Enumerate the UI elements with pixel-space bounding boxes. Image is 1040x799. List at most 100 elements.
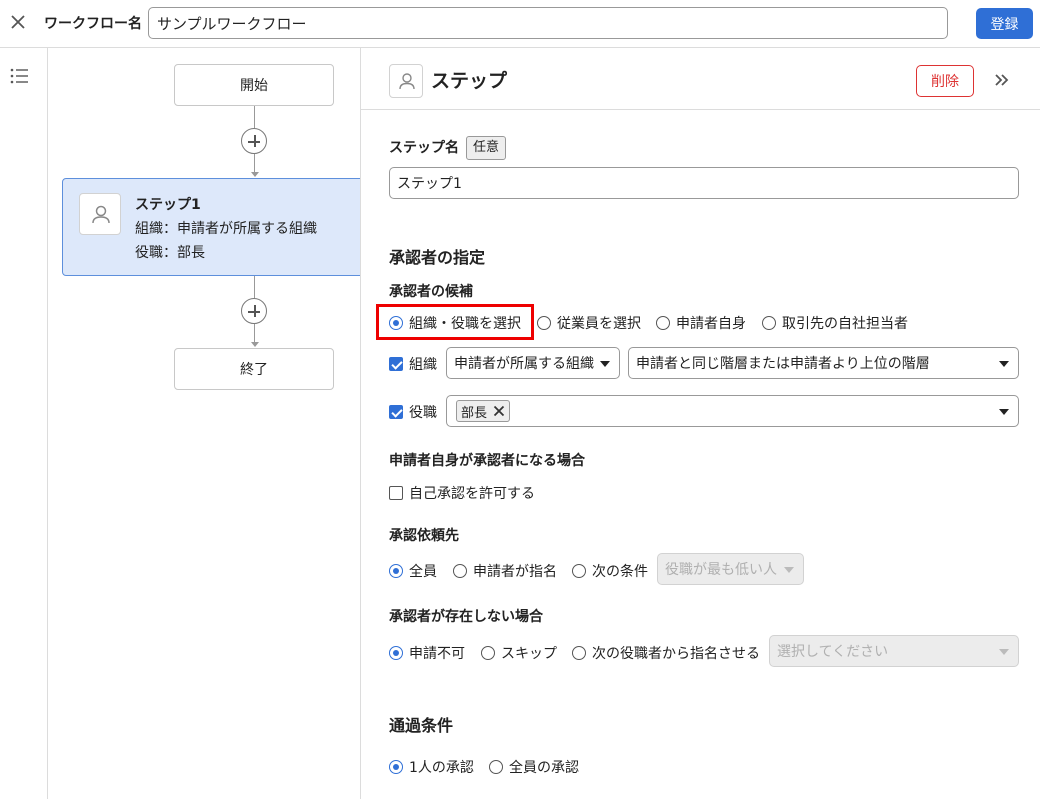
radio-label: 1人の承認	[409, 760, 474, 776]
step-card-org: 組織：申請者が所属する組織	[135, 221, 317, 237]
radio-button[interactable]	[389, 564, 403, 578]
no-approver-label: 承認者が存在しない場合	[389, 609, 543, 625]
step-card-role: 役職：部長	[135, 245, 205, 261]
radio-button[interactable]	[389, 316, 403, 330]
radio-all-approval[interactable]: 全員の承認	[489, 757, 579, 777]
radio-skip[interactable]: スキップ	[481, 643, 557, 663]
caret-down-icon	[600, 361, 610, 367]
radio-applicant-self[interactable]: 申請者自身	[656, 313, 746, 333]
avatar	[389, 64, 423, 98]
step-name-label: ステップ名	[389, 140, 459, 156]
end-node[interactable]: 終了	[174, 348, 334, 390]
radio-button[interactable]	[389, 760, 403, 774]
caret-down-icon	[999, 409, 1009, 415]
panel-header: ステップ 削除	[361, 48, 1040, 110]
checkbox-box[interactable]	[389, 357, 403, 371]
request-target-label: 承認依頼先	[389, 528, 459, 544]
radio-all[interactable]: 全員	[389, 561, 437, 581]
radio-select-employee[interactable]: 従業員を選択	[537, 313, 641, 333]
radio-designate-from-role[interactable]: 次の役職者から指名させる	[572, 643, 760, 663]
list-icon[interactable]	[10, 68, 28, 84]
condition-select: 役職が最も低い人	[657, 553, 804, 585]
chip-label: 部長	[461, 405, 488, 421]
radio-button[interactable]	[481, 646, 495, 660]
checkbox-box[interactable]	[389, 405, 403, 419]
flow-canvas: 開始 ステップ1 組織：申請者が所属する組織 役職：部長 終了	[48, 48, 361, 799]
double-chevron-right-icon[interactable]	[992, 70, 1012, 90]
radio-label: 次の役職者から指名させる	[592, 646, 760, 662]
radio-applicant-designates[interactable]: 申請者が指名	[453, 561, 557, 581]
step-card[interactable]: ステップ1 組織：申請者が所属する組織 役職：部長	[62, 178, 360, 276]
step-name-input[interactable]	[389, 167, 1019, 199]
radio-cannot-apply[interactable]: 申請不可	[389, 643, 465, 663]
add-step-button[interactable]	[241, 298, 267, 324]
radio-client-representative[interactable]: 取引先の自社担当者	[762, 313, 908, 333]
org-checkbox[interactable]: 組織	[389, 354, 437, 374]
delete-button[interactable]: 削除	[916, 65, 974, 97]
org-scope-select[interactable]: 申請者が所属する組織	[446, 347, 620, 379]
person-icon	[92, 205, 110, 224]
select-placeholder: 選択してください	[777, 644, 889, 660]
register-button[interactable]: 登録	[976, 8, 1033, 39]
radio-select-org-role[interactable]: 組織・役職を選択	[389, 313, 521, 333]
role-chip: 部長	[456, 400, 511, 422]
step-card-title: ステップ1	[135, 197, 201, 213]
role-checkbox[interactable]: 役職	[389, 402, 437, 422]
radio-button[interactable]	[762, 316, 776, 330]
radio-next-condition[interactable]: 次の条件	[572, 561, 648, 581]
radio-one-approval[interactable]: 1人の承認	[389, 757, 474, 777]
radio-button[interactable]	[389, 646, 403, 660]
flow-connector	[254, 276, 255, 298]
top-bar: ワークフロー名 登録	[0, 0, 1040, 48]
radio-label: 取引先の自社担当者	[782, 316, 908, 332]
select-value: 役職が最も低い人	[665, 562, 777, 578]
workflow-name-label: ワークフロー名	[44, 16, 142, 32]
role-multiselect[interactable]: 部長	[446, 395, 1019, 427]
checkbox-label: 組織	[409, 357, 437, 373]
radio-label: 申請者自身	[676, 316, 746, 332]
designate-role-select: 選択してください	[769, 635, 1019, 667]
person-icon	[399, 73, 415, 90]
avatar	[79, 193, 121, 235]
end-node-label: 終了	[240, 362, 268, 378]
flow-connector	[254, 324, 255, 342]
step-settings-panel: ステップ 削除 ステップ名 任意 承認者の指定 承認者の候補 組織・役職を選択 …	[361, 48, 1040, 799]
radio-label: スキップ	[501, 646, 557, 662]
panel-title: ステップ	[431, 70, 508, 92]
close-icon[interactable]	[8, 12, 28, 32]
caret-down-icon	[784, 567, 794, 573]
allow-self-approval-checkbox[interactable]: 自己承認を許可する	[389, 483, 535, 503]
select-value: 申請者と同じ階層または申請者より上位の階層	[636, 356, 930, 372]
flow-connector	[254, 106, 255, 128]
radio-label: 組織・役職を選択	[409, 316, 521, 332]
self-approval-label: 申請者自身が承認者になる場合	[389, 453, 585, 469]
flow-arrow	[251, 172, 259, 177]
select-value: 申請者が所属する組織	[454, 356, 594, 372]
start-node-label: 開始	[240, 78, 268, 94]
checkbox-label: 自己承認を許可する	[409, 486, 535, 502]
optional-tag: 任意	[466, 136, 507, 160]
pass-condition-heading: 通過条件	[389, 716, 454, 735]
radio-label: 申請者が指名	[473, 564, 557, 580]
radio-button[interactable]	[537, 316, 551, 330]
workflow-name-input[interactable]	[148, 7, 948, 39]
checkbox-box[interactable]	[389, 486, 403, 500]
flow-arrow	[251, 342, 259, 347]
caret-down-icon	[999, 361, 1009, 367]
start-node[interactable]: 開始	[174, 64, 334, 106]
caret-down-icon	[999, 649, 1009, 655]
left-rail	[0, 48, 48, 799]
radio-button[interactable]	[453, 564, 467, 578]
radio-button[interactable]	[656, 316, 670, 330]
radio-label: 次の条件	[592, 564, 648, 580]
radio-label: 全員	[409, 564, 437, 580]
radio-button[interactable]	[572, 564, 586, 578]
org-level-select[interactable]: 申請者と同じ階層または申請者より上位の階層	[628, 347, 1019, 379]
radio-label: 従業員を選択	[557, 316, 641, 332]
radio-button[interactable]	[489, 760, 503, 774]
remove-chip-icon[interactable]	[493, 405, 505, 417]
add-step-button[interactable]	[241, 128, 267, 154]
radio-button[interactable]	[572, 646, 586, 660]
approver-section-heading: 承認者の指定	[389, 248, 486, 267]
checkbox-label: 役職	[409, 405, 437, 421]
